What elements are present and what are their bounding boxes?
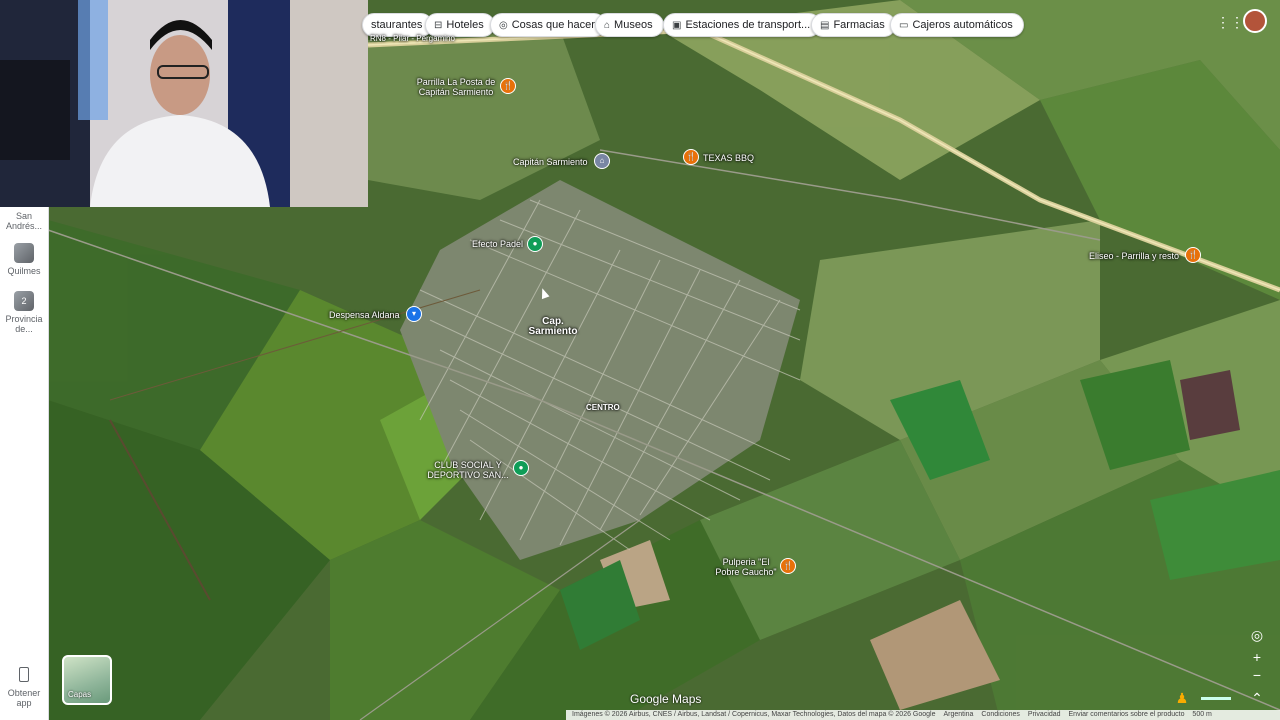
city-hall-pin-icon[interactable]: ⌂ [594,153,610,169]
place-label[interactable]: Efecto Padel [472,239,523,249]
terms-link[interactable]: Condiciones [981,711,1020,718]
chip-pharmacies[interactable]: ▤ Farmacias [811,13,896,37]
place-label[interactable]: Capitán Sarmiento [513,157,588,167]
chip-things-to-do[interactable]: ◎ Cosas que hacer [490,13,606,37]
restaurant-pin-icon[interactable]: 🍴 [500,78,516,94]
district-label: CENTRO [586,403,620,412]
zoom-out-button[interactable]: − [1247,666,1267,684]
sports-pin-icon[interactable]: ● [527,236,543,252]
chip-atms[interactable]: ▭ Cajeros automáticos [890,13,1024,37]
chip-museums[interactable]: ⌂ Museos [595,13,664,37]
expand-chevron-icon[interactable]: ⌃ [1247,689,1267,707]
my-location-icon[interactable]: ◎ [1247,626,1267,644]
restaurant-pin-icon[interactable]: 🍴 [683,149,699,165]
pharmacy-icon: ▤ [820,20,830,31]
pegman-icon[interactable]: ♟ [1172,689,1192,707]
shopping-pin-icon[interactable]: ▾ [406,306,422,322]
account-avatar[interactable] [1243,9,1267,33]
bed-icon: ⊟ [434,20,443,31]
layers-label: Capas [68,690,92,699]
google-maps-wordmark: Google Maps [630,692,702,706]
camera-icon: ◎ [499,20,508,31]
place-label[interactable]: Despensa Aldana [329,310,400,320]
recent-quilmes[interactable]: Quilmes [0,243,48,276]
place-label[interactable]: Pulperia "El Pobre Gaucho" [713,557,779,577]
get-app-button[interactable]: Obtener app [0,667,48,708]
place-label[interactable]: Parrilla La Posta de Capitán Sarmiento [415,77,497,97]
restaurant-pin-icon[interactable]: 🍴 [780,558,796,574]
country-link[interactable]: Argentina [943,711,973,718]
scale-label[interactable]: 500 m [1192,711,1211,718]
privacy-link[interactable]: Privacidad [1028,711,1061,718]
place-label[interactable]: Eliseo - Parrilla y resto [1089,251,1179,261]
left-sidebar: San Andrés... Quilmes 2 Provincia de... … [0,207,49,720]
imagery-thumbnails[interactable]: ▬▬▬ [1196,689,1236,707]
recent-provincia[interactable]: 2 Provincia de... [0,291,48,334]
attribution-bar: Imágenes © 2026 Airbus, CNES / Airbus, L… [566,710,1280,720]
museum-icon: ⌂ [604,20,611,31]
phone-icon [19,667,29,682]
recent-thumbnail: 2 [14,291,34,311]
feedback-link[interactable]: Enviar comentarios sobre el producto [1069,711,1185,718]
sports-pin-icon[interactable]: ● [513,460,529,476]
apps-grid-icon[interactable]: ⋮⋮ [1216,14,1244,30]
atm-icon: ▭ [899,20,909,31]
transit-icon: ▣ [672,20,682,31]
chip-transit[interactable]: ▣ Estaciones de transport... [663,13,822,37]
place-label[interactable]: CLUB SOCIAL Y DEPORTIVO SAN... [423,460,513,480]
town-label: Cap. Sarmiento [528,316,578,337]
restaurant-pin-icon[interactable]: 🍴 [1185,247,1201,263]
place-label[interactable]: TEXAS BBQ [703,153,754,163]
imagery-attribution: Imágenes © 2026 Airbus, CNES / Airbus, L… [572,711,936,718]
webcam-overlay [0,0,368,207]
recent-thumbnail [14,243,34,263]
road-label: RN8 - Pilar - Pergamino [370,34,455,43]
zoom-in-button[interactable]: + [1247,648,1267,666]
layers-button[interactable]: Capas [62,655,112,705]
recent-san-andres[interactable]: San Andrés... [0,211,48,231]
